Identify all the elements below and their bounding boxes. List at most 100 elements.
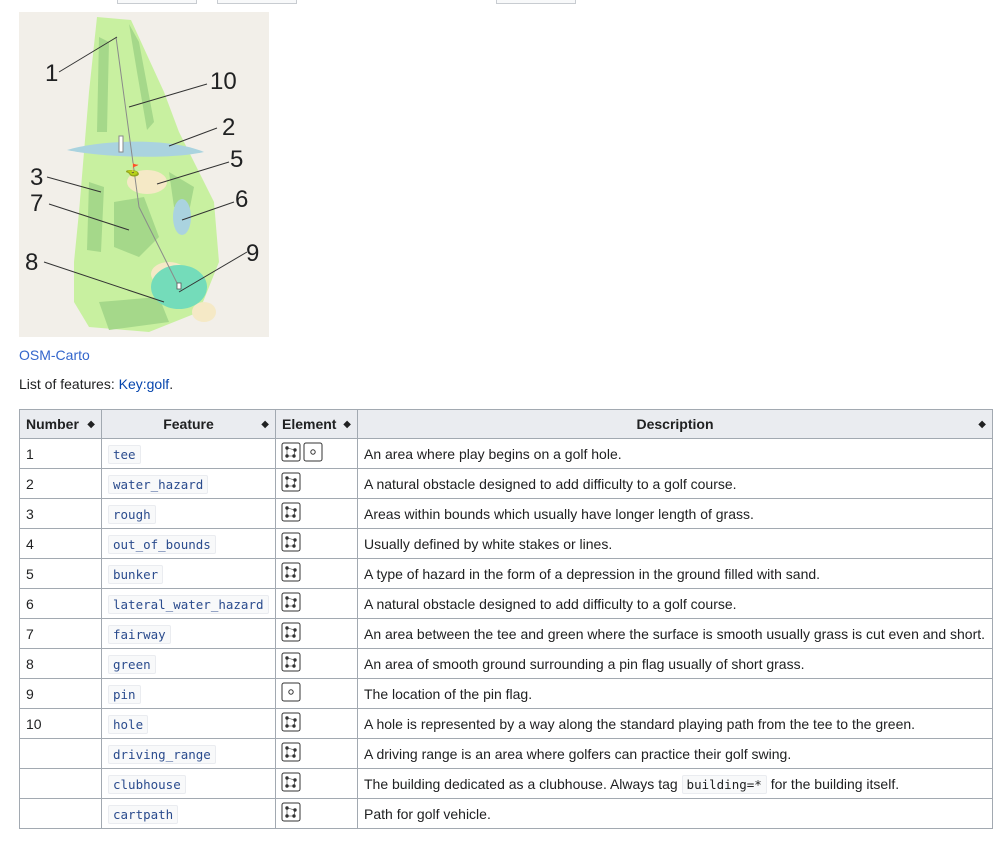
cell-element [275, 618, 358, 649]
area-element-icon[interactable] [281, 802, 301, 825]
feature-tag-link[interactable]: water_hazard [108, 474, 209, 494]
description-text: Areas within bounds which usually have l… [364, 505, 754, 522]
feature-tag-link[interactable]: lateral_water_hazard [108, 594, 269, 614]
header-feature[interactable]: Feature ◆ [101, 409, 276, 439]
sort-icon: ◆ [261, 419, 269, 430]
table-row: clubhouse The building dedicated as a clu… [19, 768, 993, 799]
feature-tag-link[interactable]: tee [108, 444, 141, 464]
area-element-icon[interactable] [281, 772, 301, 795]
node-element-icon[interactable] [303, 442, 323, 465]
cell-number: 3 [19, 498, 102, 529]
cell-number: 6 [19, 588, 102, 619]
feature-tag-link[interactable]: fairway [108, 624, 171, 644]
callout-9: 9 [246, 240, 260, 267]
cell-feature: lateral_water_hazard [101, 588, 276, 619]
cell-feature: rough [101, 498, 276, 529]
description-text: A hole is represented by a way along the… [364, 715, 916, 732]
golf-course-map[interactable]: ⛳ 1 10 2 5 3 7 6 8 9 [19, 12, 269, 337]
node-element-icon[interactable] [281, 682, 301, 705]
feature-tag-link[interactable]: rough [108, 504, 156, 524]
cell-element [275, 438, 358, 469]
cell-element [275, 738, 358, 769]
cell-element [275, 798, 358, 829]
header-number[interactable]: Number ◆ [19, 409, 102, 439]
callout-8: 8 [25, 249, 39, 276]
area-element-icon[interactable] [281, 532, 301, 555]
top-stub-3 [496, 0, 576, 4]
table-header-row: Number ◆ Feature ◆ Element ◆ Description ◆ [19, 409, 993, 439]
cell-number: 1 [19, 438, 102, 469]
cell-number: 5 [19, 558, 102, 589]
top-stub-1 [117, 0, 197, 4]
cell-number [19, 738, 102, 769]
cell-description: An area between the tee and green where … [357, 618, 993, 649]
cell-description: A natural obstacle designed to add diffi… [357, 468, 993, 499]
cell-element [275, 528, 358, 559]
feature-tag-link[interactable]: green [108, 654, 156, 674]
area-element-icon[interactable] [281, 652, 301, 675]
cell-number [19, 768, 102, 799]
description-text: Usually defined by white stakes or lines… [364, 535, 613, 552]
inline-code-tag[interactable]: building=* [681, 774, 767, 794]
area-element-icon[interactable] [281, 442, 301, 465]
area-element-icon[interactable] [281, 502, 301, 525]
header-number-label: Number [26, 416, 79, 432]
feature-tag-link[interactable]: clubhouse [108, 774, 186, 794]
cell-element [275, 678, 358, 709]
cell-number: 7 [19, 618, 102, 649]
area-element-icon[interactable] [281, 472, 301, 495]
table-row: driving_range A driving range is an area … [19, 738, 993, 769]
description-text: The location of the pin flag. [364, 685, 533, 702]
area-element-icon[interactable] [281, 712, 301, 735]
sort-icon: ◆ [87, 419, 95, 430]
cell-feature: pin [101, 678, 276, 709]
table-row: 2 water_hazard A natural obstacle designed… [19, 468, 993, 499]
feature-tag-link[interactable]: cartpath [108, 804, 179, 824]
cell-number: 4 [19, 528, 102, 559]
cell-description: A hole is represented by a way along the… [357, 708, 993, 739]
cell-feature: bunker [101, 558, 276, 589]
cell-feature: cartpath [101, 798, 276, 829]
callout-5: 5 [230, 146, 244, 173]
table-row: 10 hole A hole is represented by a way alo… [19, 708, 993, 739]
key-golf-link[interactable]: Key:golf [119, 376, 170, 392]
table-row: 4 out_of_bounds Usually defined by white s… [19, 528, 993, 559]
cell-description: Usually defined by white stakes or lines… [357, 528, 993, 559]
callout-1: 1 [45, 60, 59, 87]
map-caption-link[interactable]: OSM-Carto [19, 347, 90, 363]
cell-feature: hole [101, 708, 276, 739]
callout-6: 6 [235, 186, 249, 213]
cell-feature: driving_range [101, 738, 276, 769]
top-stub-2 [217, 0, 297, 4]
header-description[interactable]: Description ◆ [357, 409, 993, 439]
cell-number [19, 798, 102, 829]
feature-tag-link[interactable]: out_of_bounds [108, 534, 216, 554]
feature-tag-link[interactable]: bunker [108, 564, 164, 584]
callout-10: 10 [210, 68, 237, 95]
area-element-icon[interactable] [281, 742, 301, 765]
area-element-icon[interactable] [281, 592, 301, 615]
cell-number: 8 [19, 648, 102, 679]
area-element-icon[interactable] [281, 622, 301, 645]
features-suffix: . [169, 376, 174, 392]
sort-icon: ◆ [978, 419, 986, 430]
description-text: A natural obstacle designed to add diffi… [364, 475, 737, 492]
cell-number: 9 [19, 678, 102, 709]
cell-description: An area where play begins on a golf hole… [357, 438, 993, 469]
feature-tag-link[interactable]: hole [108, 714, 149, 734]
description-text: An area between the tee and green where … [364, 625, 986, 642]
description-text: An area of smooth ground surrounding a p… [364, 655, 805, 672]
features-line: List of features: Key:golf. [19, 376, 173, 392]
area-element-icon[interactable] [281, 562, 301, 585]
feature-tag-link[interactable]: driving_range [108, 744, 216, 764]
cell-feature: water_hazard [101, 468, 276, 499]
table-row: 1 tee An area where play begins on a golf … [19, 438, 993, 469]
feature-tag-link[interactable]: pin [108, 684, 141, 704]
cell-element [275, 558, 358, 589]
table-row: 5 bunker A type of hazard in the form of a… [19, 558, 993, 589]
svg-text:⛳: ⛳ [125, 163, 140, 177]
header-element[interactable]: Element ◆ [275, 409, 358, 439]
cell-description: The building dedicated as a clubhouse. A… [357, 768, 993, 799]
callout-7: 7 [30, 190, 44, 217]
table-row: 6 lateral_water_hazard A natural obstacle … [19, 588, 993, 619]
